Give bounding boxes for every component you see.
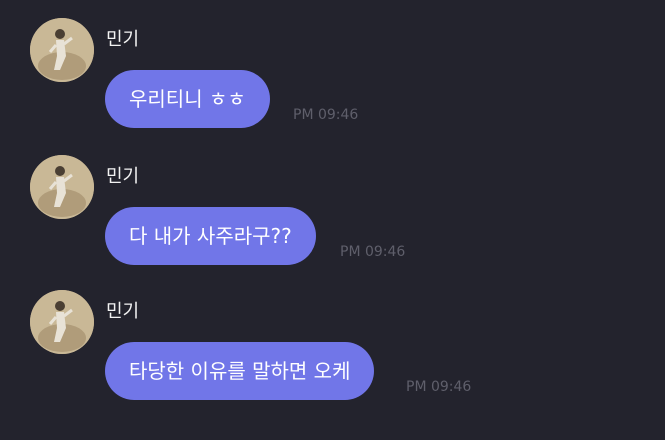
avatar-photo-icon <box>30 290 94 354</box>
sender-name: 민기 <box>106 29 140 50</box>
message-timestamp: PM 09:46 <box>293 107 359 123</box>
message-timestamp: PM 09:46 <box>340 244 406 260</box>
avatar-photo-icon <box>30 155 94 219</box>
message-group: 민기 우리티니 ㅎㅎ PM 09:46 <box>0 18 665 148</box>
avatar-photo-icon <box>30 18 94 82</box>
message-bubble[interactable]: 우리티니 ㅎㅎ <box>105 70 270 128</box>
message-bubble[interactable]: 다 내가 사주라구?? <box>105 207 316 265</box>
sender-name: 민기 <box>106 166 140 187</box>
avatar[interactable] <box>30 155 94 219</box>
avatar[interactable] <box>30 290 94 354</box>
message-bubble[interactable]: 타당한 이유를 말하면 오케 <box>105 342 375 400</box>
chat-message-list: 민기 우리티니 ㅎㅎ PM 09:46 민기 다 내가 사주라구?? PM 09… <box>0 0 665 440</box>
message-timestamp: PM 09:46 <box>406 379 472 395</box>
avatar[interactable] <box>30 18 94 82</box>
message-group: 민기 다 내가 사주라구?? PM 09:46 <box>0 155 665 285</box>
message-group: 민기 타당한 이유를 말하면 오케 PM 09:46 <box>0 290 665 420</box>
sender-name: 민기 <box>106 301 140 322</box>
